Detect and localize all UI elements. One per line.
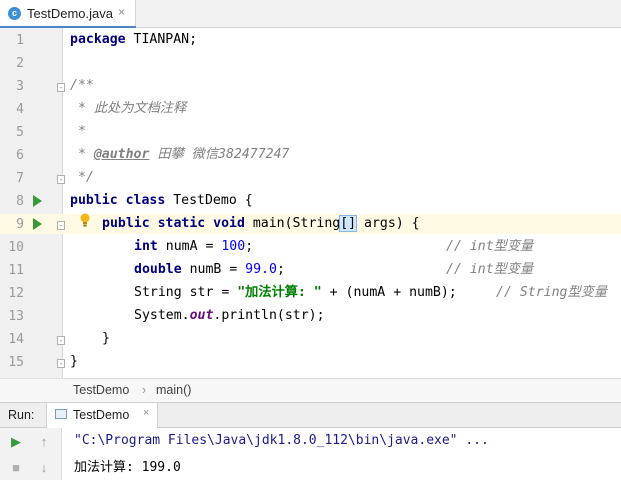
line-number: 5 bbox=[16, 125, 24, 140]
fold-marker-icon[interactable]: - bbox=[57, 336, 65, 345]
comment-line-10: // int型变量 bbox=[446, 239, 534, 254]
code-line-5: * bbox=[70, 124, 86, 139]
gutter-divider bbox=[62, 28, 63, 378]
code-line-14: } bbox=[102, 331, 110, 346]
run-class-icon[interactable] bbox=[33, 195, 42, 207]
scroll-down-icon[interactable]: ↓ bbox=[35, 459, 53, 477]
editor-tab-testdemo[interactable]: c TestDemo.java × bbox=[0, 0, 136, 29]
rerun-icon[interactable]: ▶ bbox=[7, 433, 25, 451]
run-tab-label: TestDemo bbox=[73, 408, 130, 422]
code-line-15: } bbox=[70, 354, 78, 369]
code-line-8: public class TestDemo { bbox=[70, 193, 253, 208]
breadcrumb-class[interactable]: TestDemo bbox=[73, 383, 129, 397]
line-number: 10 bbox=[8, 240, 24, 255]
line-number: 3 bbox=[16, 79, 24, 94]
console-output-line: 加法计算: 199.0 bbox=[74, 460, 181, 475]
line-number: 7 bbox=[16, 171, 24, 186]
console-command-line: "C:\Program Files\Java\jdk1.8.0_112\bin\… bbox=[74, 433, 489, 448]
code-line-9: public static void main(String[] args) { bbox=[102, 215, 420, 232]
close-icon[interactable]: × bbox=[143, 407, 149, 419]
comment-line-12: // String型变量 bbox=[496, 285, 608, 300]
breadcrumb-method[interactable]: main() bbox=[156, 383, 191, 397]
breadcrumb: TestDemo › main() bbox=[0, 378, 621, 402]
fold-marker-icon[interactable]: - bbox=[57, 359, 65, 368]
line-number: 13 bbox=[8, 309, 24, 324]
line-number: 2 bbox=[16, 56, 24, 71]
comment-line-11: // int型变量 bbox=[446, 262, 534, 277]
stop-icon[interactable]: ■ bbox=[7, 459, 25, 477]
code-line-4: * 此处为文档注释 bbox=[70, 101, 187, 116]
line-number: 1 bbox=[16, 33, 24, 48]
code-line-10: int numA = 100; bbox=[134, 239, 254, 254]
code-line-3: /** bbox=[70, 78, 94, 93]
line-number: 14 bbox=[8, 332, 24, 347]
code-line-13: System.out.println(str); bbox=[134, 308, 325, 323]
code-line-1: package TIANPAN; bbox=[70, 32, 198, 47]
line-number: 12 bbox=[8, 286, 24, 301]
lightbulb-icon[interactable] bbox=[79, 213, 91, 227]
line-number: 6 bbox=[16, 148, 24, 163]
line-number: 9 bbox=[16, 217, 24, 232]
editor-tab-label: TestDemo.java bbox=[27, 6, 113, 21]
line-number: 11 bbox=[8, 263, 24, 278]
java-class-icon: c bbox=[8, 7, 21, 20]
line-number: 8 bbox=[16, 194, 24, 209]
fold-marker-icon[interactable]: - bbox=[57, 175, 65, 184]
code-editor[interactable]: 1 2 3 4 5 6 7 8 9 10 11 12 13 14 15 - - … bbox=[0, 28, 621, 378]
fold-marker-icon[interactable]: - bbox=[57, 221, 65, 230]
line-number: 4 bbox=[16, 102, 24, 117]
run-console[interactable]: ▶ ↑ ■ ↓ "C:\Program Files\Java\jdk1.8.0_… bbox=[0, 428, 621, 480]
run-label: Run: bbox=[8, 408, 35, 422]
code-line-11: double numB = 99.0; bbox=[134, 262, 285, 277]
fold-marker-icon[interactable]: - bbox=[57, 83, 65, 92]
line-number: 15 bbox=[8, 355, 24, 370]
console-icon bbox=[55, 409, 67, 419]
close-icon[interactable]: × bbox=[118, 5, 125, 19]
run-tab-testdemo[interactable]: TestDemo × bbox=[46, 403, 158, 428]
code-line-6: * @author 田攀 微信382477247 bbox=[70, 147, 290, 162]
editor-tab-bar: c TestDemo.java × bbox=[0, 0, 621, 29]
code-line-12: String str = "加法计算: " + (numA + numB); bbox=[134, 285, 457, 300]
breadcrumb-separator: › bbox=[142, 383, 147, 397]
run-main-icon[interactable] bbox=[33, 218, 42, 230]
code-line-7: */ bbox=[70, 170, 94, 185]
scroll-up-icon[interactable]: ↑ bbox=[35, 433, 53, 451]
run-toolwindow-header: Run: TestDemo × bbox=[0, 402, 621, 428]
console-toolbar: ▶ ↑ ■ ↓ bbox=[0, 428, 62, 480]
